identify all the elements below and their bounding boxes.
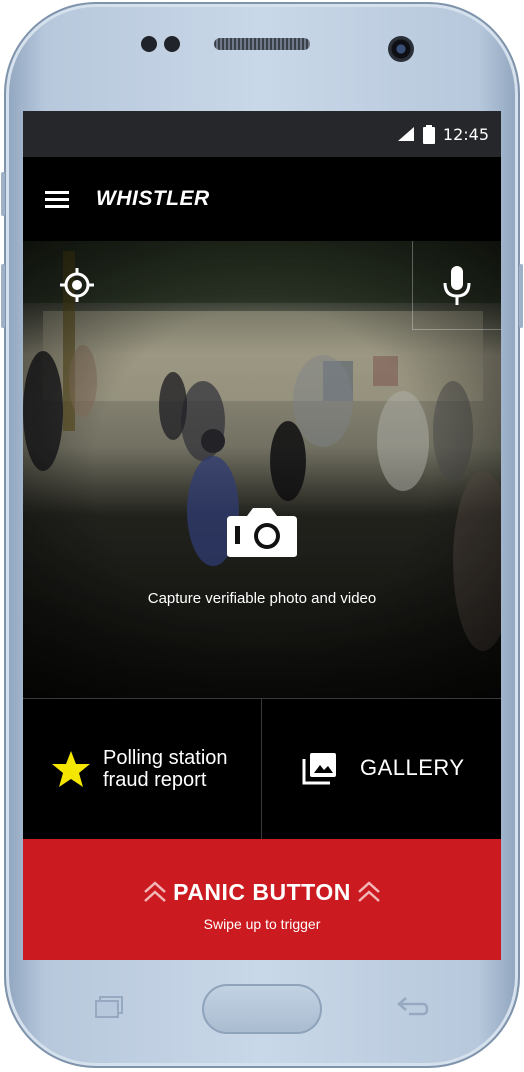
gallery-icon xyxy=(302,753,336,785)
panic-title-row: PANIC BUTTON xyxy=(23,879,501,906)
home-button[interactable] xyxy=(202,984,322,1034)
gps-target-icon[interactable] xyxy=(59,267,95,303)
action-tiles: Polling station fraud report GALLERY xyxy=(23,698,501,839)
panic-subtitle: Swipe up to trigger xyxy=(203,916,321,932)
camera-viewfinder[interactable]: Capture verifiable photo and video xyxy=(23,241,501,698)
power-button[interactable] xyxy=(519,264,523,328)
star-icon xyxy=(52,751,90,787)
microphone-icon xyxy=(443,266,471,305)
signal-icon xyxy=(397,127,414,141)
front-camera xyxy=(388,36,414,62)
panic-button[interactable]: PANIC BUTTON Swipe up to trigger xyxy=(23,839,501,960)
fraud-report-button[interactable]: Polling station fraud report xyxy=(23,699,262,839)
recent-apps-icon[interactable] xyxy=(94,996,124,1018)
fraud-report-line2: fraud report xyxy=(103,769,207,791)
status-bar: 12:45 xyxy=(23,111,501,157)
panic-title: PANIC BUTTON xyxy=(173,879,351,905)
double-chevron-up-icon xyxy=(144,881,167,902)
bixby-button[interactable] xyxy=(1,264,5,328)
fraud-report-line1: Polling station xyxy=(103,747,228,769)
gallery-label: GALLERY xyxy=(360,755,465,780)
volume-button[interactable] xyxy=(1,172,5,216)
fraud-report-label: Polling station fraud report xyxy=(103,747,228,791)
sensor-dot-1 xyxy=(141,36,157,52)
double-chevron-up-icon xyxy=(357,881,380,902)
earpiece-speaker xyxy=(214,38,310,50)
status-time: 12:45 xyxy=(442,124,489,144)
back-icon[interactable] xyxy=(395,994,429,1018)
battery-icon xyxy=(422,124,435,144)
microphone-button[interactable] xyxy=(412,241,501,330)
gallery-button[interactable]: GALLERY xyxy=(262,699,501,839)
app-bar: WHISTLER xyxy=(23,167,501,231)
capture-label: Capture verifiable photo and video xyxy=(147,590,377,607)
camera-icon[interactable] xyxy=(225,506,299,558)
app-title: WHISTLER xyxy=(96,187,210,210)
sensor-dot-2 xyxy=(164,36,180,52)
screen: 12:45 WHISTLER Capture verifiable photo … xyxy=(23,111,501,960)
hamburger-menu-icon[interactable] xyxy=(45,191,69,209)
